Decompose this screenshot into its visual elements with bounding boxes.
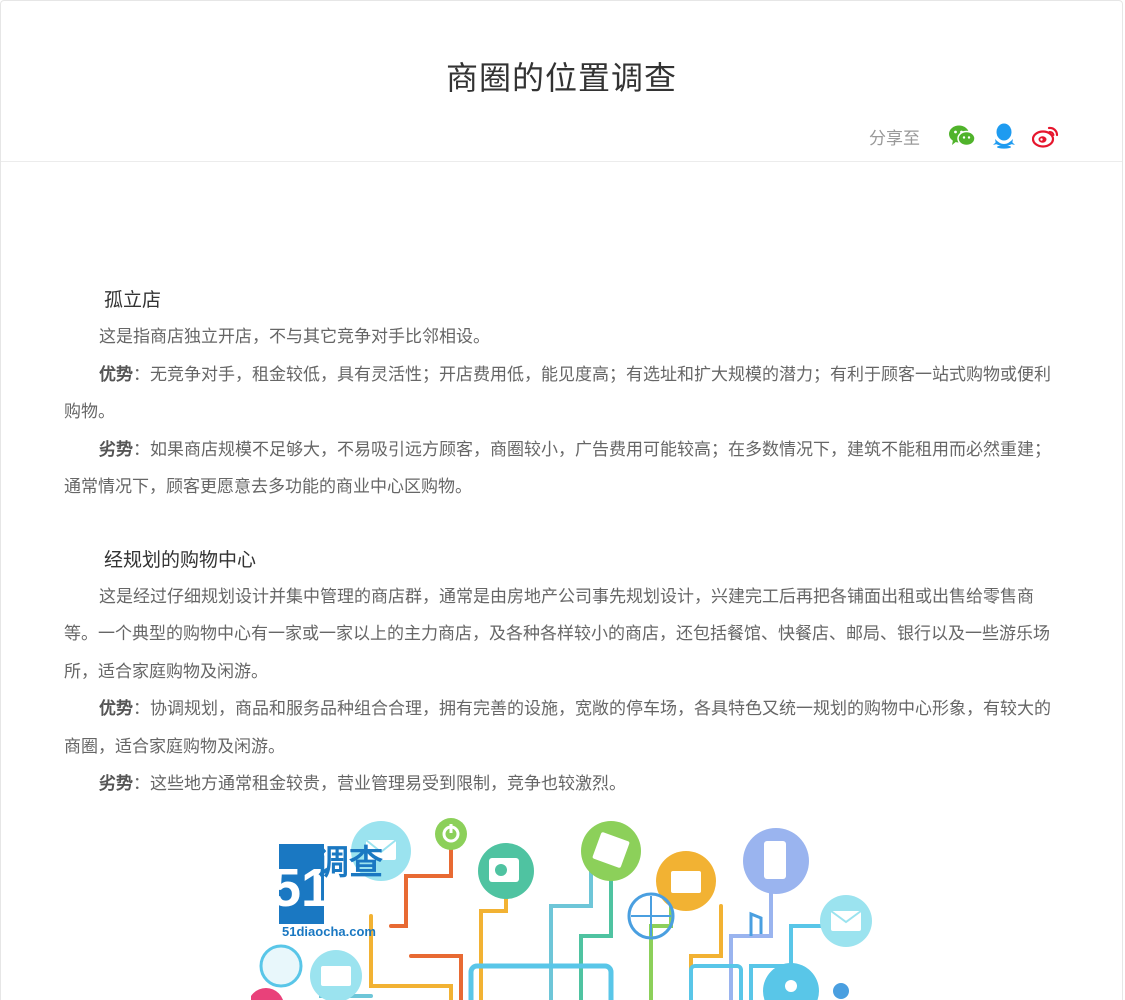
advantage-label: 优势 <box>99 699 133 719</box>
network-illustration: 51 调查 51diaocha.com <box>249 816 881 1000</box>
advantage-paragraph: 优势：协调规划，商品和服务品种组合合理，拥有完善的设施，宽敞的停车场，各具特色又… <box>64 699 1051 757</box>
advantage-paragraph: 优势：无竞争对手，租金较低，具有灵活性；开店费用低，能见度高；有选址和扩大规模的… <box>64 364 1051 423</box>
section-isolated-store: 孤立店 这是指商店独立开店，不与其它竞争对手比邻相设。 优势：无竞争对手，租金较… <box>64 281 1062 507</box>
article-body: 孤立店 这是指商店独立开店，不与其它竞争对手比邻相设。 优势：无竞争对手，租金较… <box>64 281 1062 804</box>
section-planned-shopping-center: 经规划的购物中心 这是经过仔细规划设计并集中管理的商店群，通常是由房地产公司事先… <box>64 541 1062 804</box>
qq-icon[interactable] <box>990 122 1018 150</box>
article-header: 商圈的位置调查 分享至 <box>1 1 1122 162</box>
section-title: 经规划的购物中心 <box>104 548 257 571</box>
article-card: 商圈的位置调查 分享至 孤立店 这是指商店独立开店，不与其它竞争对手比邻相设。 … <box>0 0 1123 1000</box>
weibo-icon[interactable] <box>1032 122 1060 150</box>
logo-char: 调查 <box>315 843 383 883</box>
page-title: 商圈的位置调查 <box>445 59 677 97</box>
advantage-label: 优势 <box>99 364 133 385</box>
disadvantage-paragraph: 劣势：这些地方通常租金较贵，营业管理易受到限制，竞争也较激烈。 <box>99 774 626 794</box>
logo-site: 51diaocha.com <box>282 924 376 939</box>
section-title: 孤立店 <box>104 289 162 311</box>
share-bar: 分享至 <box>869 121 1060 151</box>
disadvantage-paragraph: 劣势：如果商店规模不足够大，不易吸引远方顾客，商圈较小，广告费用可能较高；在多数… <box>64 439 1051 498</box>
section-intro: 这是经过仔细规划设计并集中管理的商店群，通常是由房地产公司事先规划设计，兴建完工… <box>64 586 1050 682</box>
disadvantage-label: 劣势 <box>99 774 133 794</box>
wechat-icon[interactable] <box>948 122 976 150</box>
share-label: 分享至 <box>869 128 920 149</box>
site-logo: 51 调查 51diaocha.com <box>271 843 383 939</box>
section-intro: 这是指商店独立开店，不与其它竞争对手比邻相设。 <box>99 327 490 347</box>
disadvantage-label: 劣势 <box>99 439 133 460</box>
